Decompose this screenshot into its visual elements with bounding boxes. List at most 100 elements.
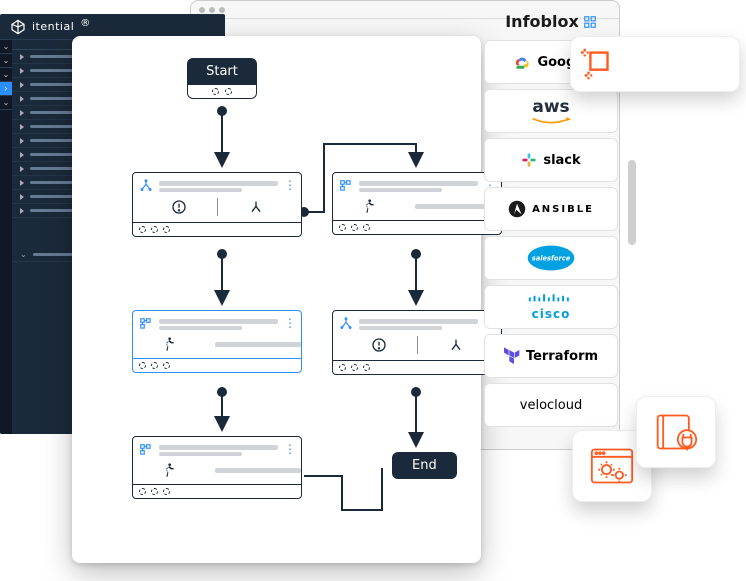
google-cloud-icon: [513, 55, 531, 69]
integration-label: ANSIBLE: [532, 204, 594, 215]
integration-salesforce[interactable]: salesforce: [484, 236, 618, 280]
integration-ansible[interactable]: ANSIBLE: [484, 187, 618, 231]
task-head: ⋮: [333, 173, 501, 196]
infoblox-label: Infoblox: [505, 12, 579, 31]
triangle-right-icon: [20, 194, 24, 200]
chevron-down-icon: ⌄: [20, 250, 27, 259]
workflow-canvas[interactable]: Start ⋮ ⋮ ⋮: [72, 36, 481, 563]
crop-icon: [579, 45, 617, 83]
task-node[interactable]: ⋮: [132, 172, 302, 237]
placeholder-lines: [159, 317, 278, 332]
task-node[interactable]: ⋮: [332, 172, 502, 235]
chevron-down-icon[interactable]: ⌄: [0, 40, 12, 54]
grid-icon: [139, 443, 153, 457]
alert-icon: [171, 199, 187, 215]
triangle-right-icon: [20, 152, 24, 158]
triangle-right-icon: [20, 166, 24, 172]
port-dot[interactable]: [339, 364, 346, 371]
port-dot[interactable]: [212, 88, 219, 95]
triangle-right-icon: [20, 82, 24, 88]
task-body: [133, 334, 301, 358]
port-row: [333, 220, 501, 234]
task-body: [133, 460, 301, 484]
task-menu[interactable]: ⋮: [284, 317, 295, 329]
left-pane: ⌄ ⌄ ⌄ › ⌄: [0, 40, 12, 434]
triangle-right-icon: [20, 180, 24, 186]
port-dot[interactable]: [363, 224, 370, 231]
port-row: [133, 484, 301, 498]
port-dot[interactable]: [163, 226, 170, 233]
port-dot[interactable]: [363, 364, 370, 371]
task-node-selected[interactable]: ⋮: [132, 310, 302, 373]
end-node[interactable]: End: [392, 452, 457, 479]
integration-terraform[interactable]: Terraform: [484, 334, 618, 378]
integration-velocloud[interactable]: velocloud: [484, 383, 618, 427]
fork-icon: [248, 199, 264, 215]
salesforce-icon: salesforce: [526, 243, 576, 273]
placeholder-lines: [159, 443, 278, 458]
chevron-down-icon[interactable]: ⌄: [0, 96, 12, 110]
task-node[interactable]: ⋮: [332, 310, 502, 375]
book-plug-icon: [652, 410, 700, 454]
terraform-icon: [504, 347, 520, 365]
placeholder-lines: [359, 179, 478, 194]
triangle-right-icon: [20, 138, 24, 144]
chevron-right-icon[interactable]: ›: [0, 82, 12, 96]
placeholder-lines: [159, 179, 278, 194]
infoblox-icon: [583, 15, 597, 29]
window-dot: [219, 7, 225, 13]
port-dot[interactable]: [151, 226, 158, 233]
integration-label: aws: [532, 97, 569, 117]
triangle-right-icon: [20, 124, 24, 130]
port-row: [133, 222, 301, 236]
brand-text: itential: [32, 20, 74, 33]
port-dot[interactable]: [139, 488, 146, 495]
chevron-down-icon[interactable]: ⌄: [0, 54, 12, 68]
vertical-separator: [217, 198, 218, 216]
integration-label: Terraform: [526, 349, 598, 364]
task-menu[interactable]: ⋮: [284, 179, 295, 191]
port-dot[interactable]: [163, 488, 170, 495]
branch-icon: [139, 179, 153, 193]
triangle-right-icon: [20, 110, 24, 116]
itential-logo-icon: [10, 19, 26, 35]
port-dot[interactable]: [339, 224, 346, 231]
chevron-down-icon[interactable]: ⌄: [0, 68, 12, 82]
triangle-right-icon: [20, 96, 24, 102]
placeholder-line: [215, 342, 301, 347]
placeholder-line: [215, 468, 301, 473]
start-label: Start: [187, 58, 257, 85]
port-dot[interactable]: [139, 226, 146, 233]
brand-trademark: ®: [80, 18, 90, 29]
window-dot: [199, 7, 205, 13]
alert-icon: [371, 337, 387, 353]
port-dot[interactable]: [163, 362, 170, 369]
task-head: ⋮: [133, 437, 301, 460]
port-row: [187, 85, 257, 99]
integration-cisco[interactable]: cisco: [484, 285, 618, 329]
port-dot[interactable]: [225, 88, 232, 95]
scrollbar-thumb[interactable]: [628, 160, 636, 245]
triangle-right-icon: [20, 54, 24, 60]
fork-icon: [448, 337, 464, 353]
task-body: [133, 196, 301, 222]
task-node[interactable]: ⋮: [132, 436, 302, 499]
callout-card: [570, 36, 740, 92]
port-dot[interactable]: [151, 362, 158, 369]
run-person-icon: [161, 462, 177, 478]
port-dot[interactable]: [351, 224, 358, 231]
triangle-right-icon: [20, 68, 24, 74]
adapter-card[interactable]: [636, 396, 716, 468]
browser-gears-icon: [588, 444, 636, 488]
port-dot[interactable]: [351, 364, 358, 371]
integration-slack[interactable]: slack: [484, 138, 618, 182]
triangle-right-icon: [20, 208, 24, 214]
slack-icon: [521, 152, 537, 168]
task-menu[interactable]: ⋮: [284, 443, 295, 455]
start-node[interactable]: Start: [187, 58, 257, 99]
integration-label: cisco: [532, 307, 571, 321]
integration-aws[interactable]: aws: [484, 89, 618, 133]
task-head: ⋮: [133, 173, 301, 196]
port-dot[interactable]: [139, 362, 146, 369]
port-dot[interactable]: [151, 488, 158, 495]
